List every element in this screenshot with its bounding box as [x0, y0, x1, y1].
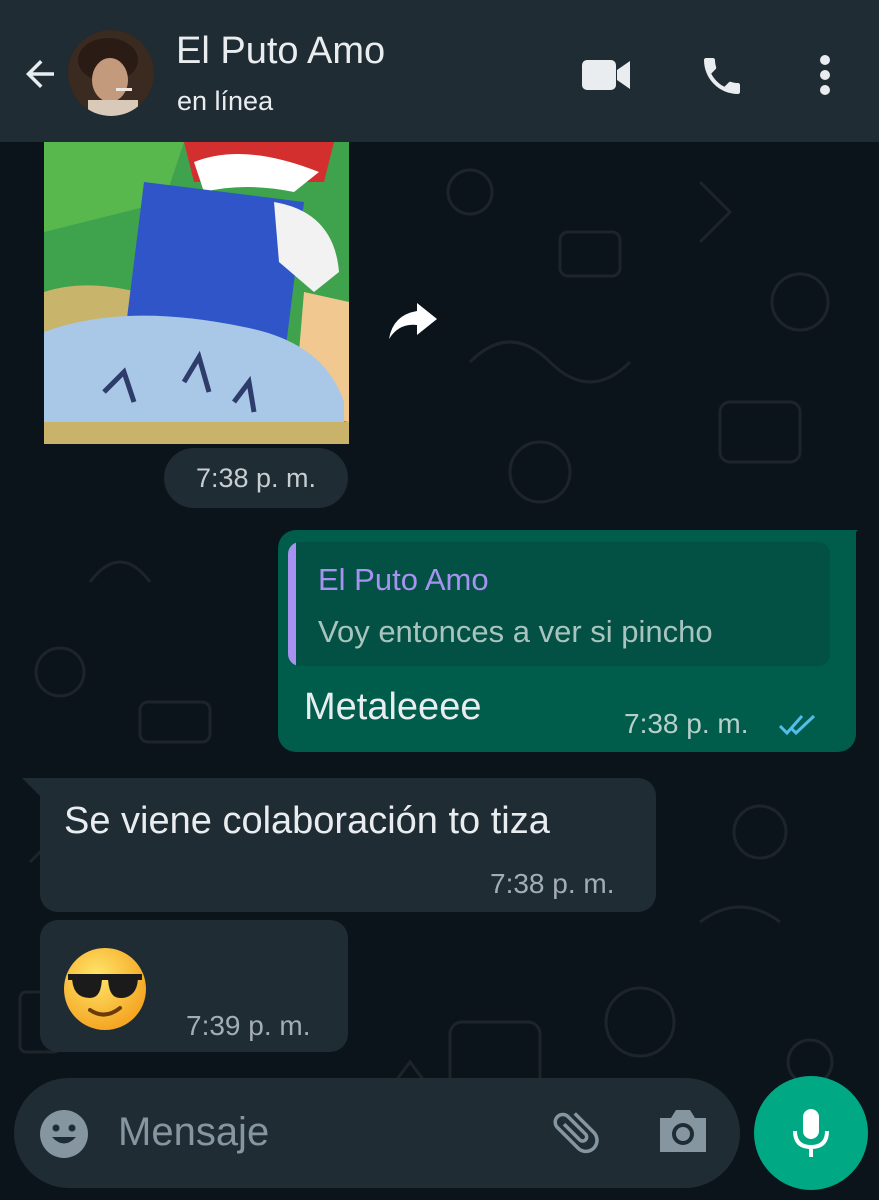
more-options-button[interactable]: [806, 48, 844, 102]
video-call-icon: [582, 60, 630, 90]
contact-status: en línea: [177, 86, 274, 116]
image-content: [44, 142, 349, 444]
attach-icon[interactable]: [548, 1104, 604, 1160]
phone-icon: [704, 58, 740, 94]
quote-accent-bar: [288, 542, 296, 666]
camera-icon[interactable]: [656, 1106, 710, 1156]
forward-button[interactable]: [384, 292, 442, 350]
message-text: Metaleeee: [304, 686, 482, 728]
outgoing-bubble-tail: [840, 530, 858, 548]
image-timestamp: 7:38 p. m.: [164, 448, 348, 508]
emoji-icon[interactable]: [38, 1108, 90, 1160]
quoted-text: Voy entonces a ver si pincho: [318, 614, 713, 649]
image-message[interactable]: [44, 142, 349, 444]
quoted-message[interactable]: El Puto Amo Voy entonces a ver si pincho: [288, 542, 830, 666]
contact-name[interactable]: El Puto Amo: [176, 30, 385, 73]
quoted-author: El Puto Amo: [318, 562, 489, 597]
voice-message-button[interactable]: [754, 1076, 868, 1190]
forward-icon: [389, 303, 437, 339]
message-text: Se viene colaboración to tiza: [64, 800, 550, 842]
back-arrow-icon: [26, 60, 54, 88]
sunglasses-emoji-icon: [64, 948, 146, 1030]
message-input[interactable]: Mensaje: [118, 1110, 269, 1155]
chat-header: El Puto Amo en línea: [0, 0, 879, 142]
back-button[interactable]: [14, 48, 66, 100]
more-options-icon: [820, 55, 830, 95]
avatar[interactable]: [68, 30, 154, 116]
mic-icon: [793, 1109, 829, 1157]
message-time: 7:39 p. m.: [186, 1010, 311, 1041]
video-call-button[interactable]: [576, 50, 636, 100]
message-time: 7:38 p. m.: [624, 708, 749, 739]
voice-call-button[interactable]: [694, 48, 750, 104]
avatar-image: [68, 30, 154, 116]
message-time: 7:38 p. m.: [490, 868, 615, 899]
incoming-bubble-tail: [22, 778, 40, 796]
read-receipt-icon: [778, 714, 816, 736]
